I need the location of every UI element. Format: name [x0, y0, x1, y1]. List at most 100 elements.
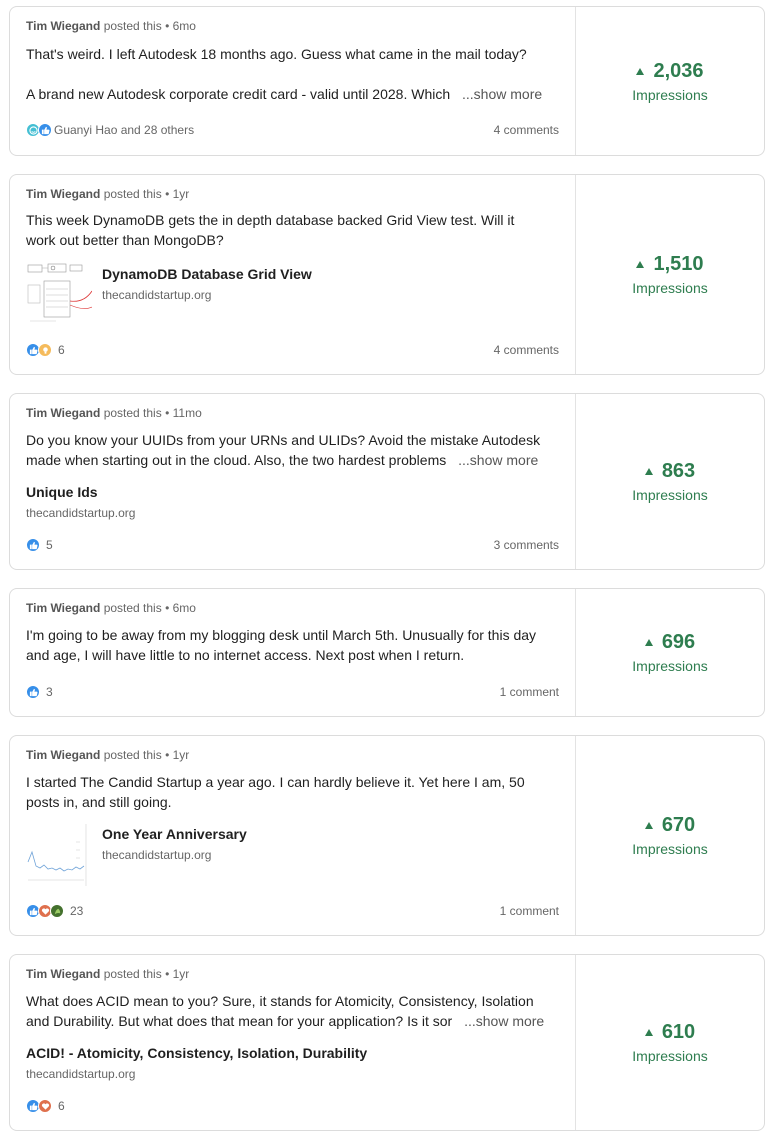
impressions-value-row: 2,036	[636, 59, 704, 83]
author-name[interactable]: Tim Wiegand	[26, 19, 100, 33]
reactions-text: Guanyi Hao and 28 others	[54, 123, 195, 137]
post-card[interactable]: Tim Wiegand posted this • 1yr What does …	[9, 954, 765, 1131]
post-content: Tim Wiegand posted this • 11mo Do you kn…	[10, 394, 576, 569]
post-action: posted this	[103, 406, 162, 420]
post-text-line	[26, 64, 560, 84]
link-title[interactable]: DynamoDB Database Grid View	[102, 266, 312, 282]
post-text: I started The Candid Startup a year ago.…	[26, 772, 560, 812]
impressions-count: 1,510	[653, 253, 704, 275]
post-card[interactable]: Tim Wiegand posted this • 6mo That's wei…	[9, 6, 765, 156]
reaction-icons	[26, 1099, 52, 1113]
impressions-value-row: 863	[644, 460, 696, 483]
link-title[interactable]: Unique Ids	[26, 484, 98, 500]
impressions-value-row: 1,510	[636, 253, 704, 276]
reactions-summary[interactable]: 6	[26, 343, 65, 357]
post-meta: Tim Wiegand posted this • 1yr	[26, 748, 190, 762]
impressions-label: Impressions	[632, 841, 708, 857]
triangle-up-icon	[644, 468, 653, 475]
show-more-link[interactable]: ...show more	[454, 86, 543, 102]
impressions-panel[interactable]: 863 Impressions	[576, 394, 764, 569]
post-text-line-content: A brand new Autodesk corporate credit ca…	[26, 86, 451, 102]
post-text: I'm going to be away from my blogging de…	[26, 625, 560, 665]
impressions-count: 2,036	[653, 59, 704, 82]
reactions-count: 6	[58, 1099, 65, 1113]
post-age: 1yr	[172, 748, 190, 762]
post-card[interactable]: Tim Wiegand posted this • 1yr This week …	[9, 174, 765, 375]
show-more-link[interactable]: ...show more	[456, 1013, 545, 1029]
triangle-up-icon	[644, 822, 653, 829]
impressions-value-row: 696	[644, 631, 696, 654]
impressions-count: 863	[661, 460, 696, 482]
chart-thumbnail-image	[26, 822, 92, 888]
link-thumbnail[interactable]	[26, 822, 92, 888]
impressions-value-row: 670	[644, 814, 695, 837]
comments-count[interactable]: 4 comments	[494, 123, 559, 137]
post-text-line: I'm going to be away from my blogging de…	[26, 627, 537, 643]
link-thumbnail[interactable]	[26, 261, 92, 327]
post-text-line: and Durability. But what does that mean …	[26, 1011, 560, 1031]
post-text-line: That's weird. I left Autodesk 18 months …	[26, 46, 527, 62]
link-domain: thecandidstartup.org	[26, 1067, 136, 1081]
impressions-panel[interactable]: 2,036 Impressions	[576, 7, 764, 155]
link-domain: thecandidstartup.org	[102, 848, 212, 862]
post-card[interactable]: Tim Wiegand posted this • 6mo I'm going …	[9, 588, 765, 717]
post-text-line-content: and Durability. But what does that mean …	[26, 1013, 453, 1029]
link-title[interactable]: One Year Anniversary	[102, 826, 247, 842]
reactions-summary[interactable]: 23	[26, 904, 83, 918]
impressions-panel[interactable]: 696 Impressions	[576, 589, 764, 716]
author-name[interactable]: Tim Wiegand	[26, 748, 100, 762]
show-more-link[interactable]: ...show more	[450, 452, 539, 468]
author-name[interactable]: Tim Wiegand	[26, 967, 100, 981]
post-content: Tim Wiegand posted this • 6mo That's wei…	[10, 7, 576, 155]
post-text-line: This week DynamoDB gets the in depth dat…	[26, 212, 515, 228]
reaction-icons	[26, 538, 40, 552]
like-reaction-icon	[38, 123, 52, 137]
impressions-count: 696	[661, 631, 696, 653]
like-reaction-icon	[26, 538, 40, 552]
post-text-line: posts in, and still going.	[26, 794, 172, 810]
reactions-summary[interactable]: 6	[26, 1099, 65, 1113]
impressions-panel[interactable]: 1,510 Impressions	[576, 175, 764, 374]
author-name[interactable]: Tim Wiegand	[26, 187, 100, 201]
love-reaction-icon	[38, 1099, 52, 1113]
author-name[interactable]: Tim Wiegand	[26, 601, 100, 615]
post-text-line: I started The Candid Startup a year ago.…	[26, 774, 525, 790]
post-card[interactable]: Tim Wiegand posted this • 11mo Do you kn…	[9, 393, 765, 570]
post-action: posted this	[103, 967, 162, 981]
post-action: posted this	[103, 187, 162, 201]
reactions-summary[interactable]: 3	[26, 685, 53, 699]
impressions-label: Impressions	[632, 658, 708, 674]
reactions-count: 23	[70, 904, 84, 918]
post-card[interactable]: Tim Wiegand posted this • 1yr I started …	[9, 735, 765, 936]
post-age: 11mo	[172, 406, 202, 420]
post-meta: Tim Wiegand posted this • 1yr	[26, 967, 190, 981]
post-content: Tim Wiegand posted this • 1yr What does …	[10, 955, 576, 1130]
post-meta: Tim Wiegand posted this • 6mo	[26, 601, 196, 615]
reactions-summary[interactable]: Guanyi Hao and 28 others	[26, 123, 194, 137]
impressions-panel[interactable]: 670 Impressions	[576, 736, 764, 935]
post-text-line: made when starting out in the cloud. Als…	[26, 450, 560, 470]
impressions-count: 610	[661, 1021, 696, 1043]
comments-count[interactable]: 1 comment	[500, 685, 559, 699]
post-meta: Tim Wiegand posted this • 11mo	[26, 406, 202, 420]
post-action: posted this	[103, 19, 162, 33]
link-title[interactable]: ACID! - Atomicity, Consistency, Isolatio…	[26, 1045, 367, 1061]
celebrate-reaction-icon	[50, 904, 64, 918]
comments-count[interactable]: 3 comments	[494, 538, 559, 552]
impressions-label: Impressions	[632, 1048, 708, 1064]
impressions-label: Impressions	[632, 86, 708, 103]
author-name[interactable]: Tim Wiegand	[26, 406, 100, 420]
comments-count[interactable]: 4 comments	[494, 343, 559, 357]
reaction-icons	[26, 343, 52, 357]
impressions-panel[interactable]: 610 Impressions	[576, 955, 764, 1130]
post-age: 6mo	[172, 19, 196, 33]
comments-count[interactable]: 1 comment	[500, 904, 559, 918]
impressions-label: Impressions	[632, 280, 708, 296]
post-text-line: work out better than MongoDB?	[26, 232, 224, 248]
triangle-up-icon	[644, 1029, 653, 1036]
reactions-summary[interactable]: 5	[26, 538, 53, 552]
post-meta: Tim Wiegand posted this • 6mo	[26, 19, 196, 33]
link-domain: thecandidstartup.org	[102, 288, 212, 302]
insightful-reaction-icon	[38, 343, 52, 357]
link-domain: thecandidstartup.org	[26, 506, 136, 520]
